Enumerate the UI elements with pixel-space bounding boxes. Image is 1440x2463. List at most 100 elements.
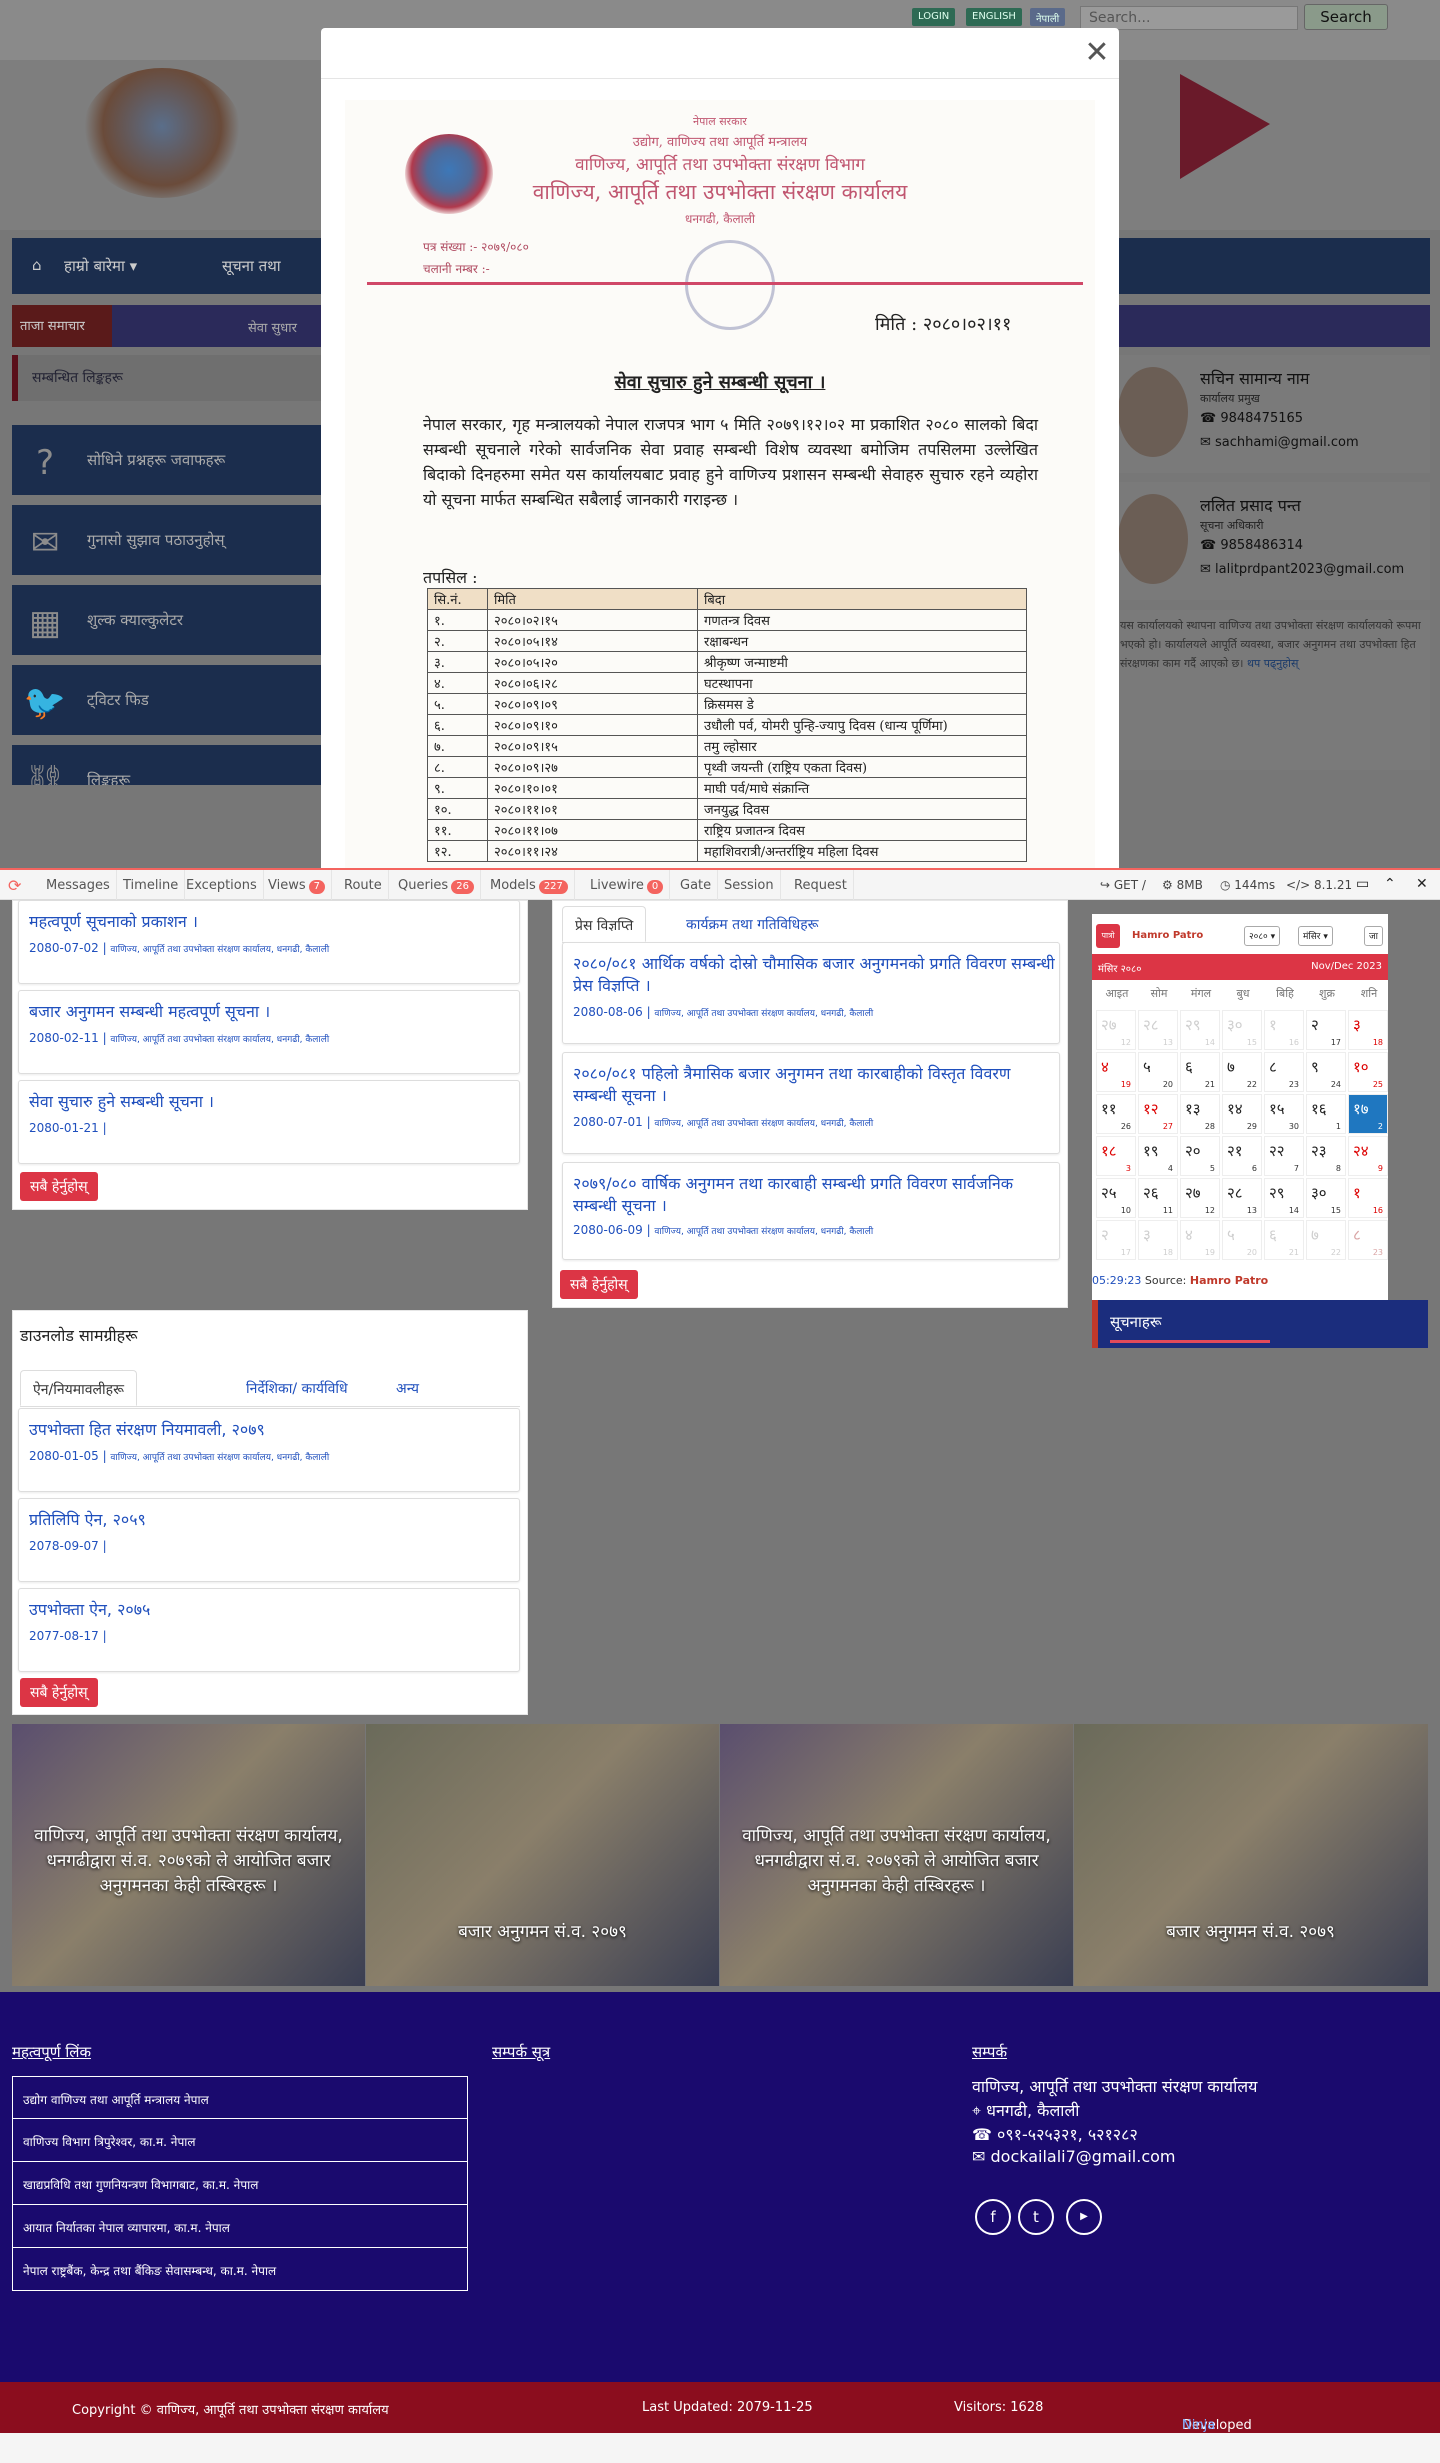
press-card[interactable]: २०८०/०८१ आर्थिक वर्षको दोस्रो चौमासिक बज… [562, 942, 1060, 1044]
request-method[interactable]: ↪ GET / [1100, 878, 1146, 892]
calendar-day[interactable]: १८ 3 [1096, 1136, 1136, 1176]
year-select[interactable]: २०८० ▾ [1244, 926, 1281, 946]
debugbar-tab-views[interactable]: Views 7 [262, 870, 332, 900]
tab-others[interactable]: अन्य [384, 1370, 431, 1406]
ticker-text[interactable]: सेवा सुधार [248, 318, 297, 336]
debugbar-tab-models[interactable]: Models 227 [484, 870, 575, 900]
calendar-day[interactable]: ९ 24 [1306, 1052, 1346, 1092]
email-text[interactable]: ✉ dockailali7@gmail.com [972, 2147, 1176, 2166]
calendar-day[interactable]: १० 25 [1348, 1052, 1388, 1092]
footer-link[interactable]: आयात निर्यातका नेपाल व्यापारमा, का.म. ने… [12, 2205, 468, 2248]
debugbar-tab-gate[interactable]: Gate [674, 870, 719, 900]
calendar-day[interactable]: २ 17 [1306, 1010, 1346, 1050]
calculator-box[interactable]: ▦ शुल्क क्याल्कुलेटर [12, 585, 322, 655]
twitter-icon[interactable]: t [1018, 2199, 1054, 2235]
calendar-day[interactable]: २९ 14 [1180, 1010, 1220, 1050]
gallery-slide[interactable]: बजार अनुगमन सं.व. २०७९ [366, 1724, 719, 1986]
nepali-button[interactable]: नेपाली [1030, 8, 1066, 26]
gallery-slide[interactable]: वाणिज्य, आपूर्ति तथा उपभोक्ता संरक्षण का… [720, 1724, 1073, 1986]
calendar-day[interactable]: १९ 4 [1138, 1136, 1178, 1176]
calendar-day[interactable]: २० 5 [1180, 1136, 1220, 1176]
footer-link[interactable]: नेपाल राष्ट्रबैंक, केन्द्र तथा बैंकिङ से… [12, 2248, 468, 2291]
calendar-day[interactable]: ५ 20 [1138, 1052, 1178, 1092]
debugbar-tab-messages[interactable]: Messages [40, 870, 117, 900]
debugbar-tab-session[interactable]: Session [718, 870, 781, 900]
tab-programs[interactable]: कार्यक्रम तथा गतिविधिहरू [674, 906, 831, 942]
grievance-box[interactable]: ✉ गुनासो सुझाव पठाउनुहोस् [12, 505, 322, 575]
english-button[interactable]: ENGLISH [966, 8, 1022, 26]
calendar-day[interactable]: ८ 23 [1264, 1052, 1304, 1092]
debugbar-tab-exceptions[interactable]: Exceptions [180, 870, 264, 900]
search-input[interactable]: Search... [1080, 6, 1298, 30]
debugbar-logo-icon[interactable]: ⟳ [8, 876, 28, 895]
calendar-day[interactable]: ४ 19 [1096, 1052, 1136, 1092]
tab-acts[interactable]: ऐन/नियमावलीहरू [20, 1370, 137, 1406]
folder-icon[interactable]: ▭ [1356, 876, 1369, 892]
calendar-day[interactable]: २ 17 [1096, 1220, 1136, 1260]
press-card[interactable]: २०८०/०८१ पहिलो त्रैमासिक बजार अनुगमन तथा… [562, 1052, 1060, 1154]
footer-link[interactable]: उद्योग वाणिज्य तथा आपूर्ति मन्त्रालय नेप… [12, 2076, 468, 2119]
calendar-day[interactable]: ३० 15 [1222, 1010, 1262, 1050]
calendar-day[interactable]: ५ 20 [1222, 1220, 1262, 1260]
calendar-day[interactable]: ७ 22 [1306, 1220, 1346, 1260]
calendar-day[interactable]: २३ 8 [1306, 1136, 1346, 1176]
calendar-day[interactable]: ३ 18 [1138, 1220, 1178, 1260]
calendar-day[interactable]: ११ 26 [1096, 1094, 1136, 1134]
nav-item-info[interactable]: सूचना तथा [222, 256, 281, 276]
calendar-day[interactable]: २७ 12 [1180, 1178, 1220, 1218]
twitter-feed-box[interactable]: 🐦 ट्विटर फिड [12, 665, 322, 735]
calendar-day[interactable]: २९ 14 [1264, 1178, 1304, 1218]
debugbar-tab-timeline[interactable]: Timeline [117, 870, 186, 900]
youtube-icon[interactable]: ▶ [1066, 2199, 1102, 2235]
view-all-button[interactable]: सबै हेर्नुहोस् [20, 1172, 98, 1201]
calendar-day[interactable]: १५ 30 [1264, 1094, 1304, 1134]
view-all-button[interactable]: सबै हेर्नुहोस् [20, 1678, 98, 1707]
debugbar-tab-request[interactable]: Request [788, 870, 854, 900]
notices-box[interactable]: सूचनाहरू [1092, 1300, 1428, 1348]
tab-press-release[interactable]: प्रेस विज्ञप्ति [562, 906, 647, 942]
download-card[interactable]: उपभोक्ता ऐन, २०७५ 2077-08-17 | [18, 1588, 520, 1672]
chevron-up-icon[interactable]: ⌃ [1384, 876, 1396, 892]
calendar-day[interactable]: २४ 9 [1348, 1136, 1388, 1176]
go-button[interactable]: जा [1364, 926, 1384, 946]
read-more-link[interactable]: थप पढ्नुहोस् [1247, 657, 1298, 670]
close-icon[interactable]: ✕ [1083, 36, 1111, 70]
news-card[interactable]: महत्वपूर्ण सूचनाको प्रकाशन । 2080-07-02 … [18, 900, 520, 984]
search-button[interactable]: Search [1304, 4, 1388, 30]
calendar-day[interactable]: ६ 21 [1180, 1052, 1220, 1092]
calendar-day[interactable]: ७ 22 [1222, 1052, 1262, 1092]
calendar-day[interactable]: २६ 11 [1138, 1178, 1178, 1218]
download-card[interactable]: प्रतिलिपि ऐन, २०५९ 2078-09-07 | [18, 1498, 520, 1582]
calendar-day[interactable]: ६ 21 [1264, 1220, 1304, 1260]
download-card[interactable]: उपभोक्ता हित संरक्षण नियमावली, २०७९ 2080… [18, 1408, 520, 1492]
footer-link[interactable]: खाद्यप्रविधि तथा गुणनियन्त्रण विभागबाट, … [12, 2162, 468, 2205]
source-link[interactable]: Hamro Patro [1190, 1274, 1268, 1287]
calendar-day[interactable]: १४ 29 [1222, 1094, 1262, 1134]
calendar-day[interactable]: २२ 7 [1264, 1136, 1304, 1176]
calendar-day[interactable]: २८ 13 [1222, 1178, 1262, 1218]
month-select[interactable]: मंसिर ▾ [1298, 926, 1333, 946]
login-button[interactable]: LOGIN [912, 8, 956, 26]
calendar-day[interactable]: १२ 27 [1138, 1094, 1178, 1134]
calendar-day[interactable]: १७ 2 [1348, 1094, 1388, 1134]
news-card[interactable]: सेवा सुचारु हुने सम्बन्धी सूचना । 2080-0… [18, 1080, 520, 1164]
facebook-icon[interactable]: f [975, 2199, 1011, 2235]
calendar-day[interactable]: २१ 6 [1222, 1136, 1262, 1176]
close-icon[interactable]: ✕ [1416, 876, 1428, 892]
calendar-day[interactable]: ३ 18 [1348, 1010, 1388, 1050]
calendar-day[interactable]: ४ 19 [1180, 1220, 1220, 1260]
debugbar-tab-queries[interactable]: Queries 26 [392, 870, 481, 900]
calendar-day[interactable]: २५ 10 [1096, 1178, 1136, 1218]
tab-guidelines[interactable]: निर्देशिका/ कार्यविधि [234, 1370, 360, 1406]
gallery-slide[interactable]: वाणिज्य, आपूर्ति तथा उपभोक्ता संरक्षण का… [12, 1724, 365, 1986]
calendar-day[interactable]: २७ 12 [1096, 1010, 1136, 1050]
calendar-day[interactable]: २८ 13 [1138, 1010, 1178, 1050]
nav-item-about[interactable]: हाम्रो बारेमा ▾ [64, 256, 137, 276]
debugbar-tab-livewire[interactable]: Livewire 0 [584, 870, 671, 900]
calendar-day[interactable]: ८ 23 [1348, 1220, 1388, 1260]
calendar-day[interactable]: ३० 15 [1306, 1178, 1346, 1218]
view-all-button[interactable]: सबै हेर्नुहोस् [560, 1270, 638, 1299]
home-icon[interactable]: ⌂ [32, 256, 42, 274]
calendar-day[interactable]: १३ 28 [1180, 1094, 1220, 1134]
debugbar-tab-route[interactable]: Route [338, 870, 389, 900]
